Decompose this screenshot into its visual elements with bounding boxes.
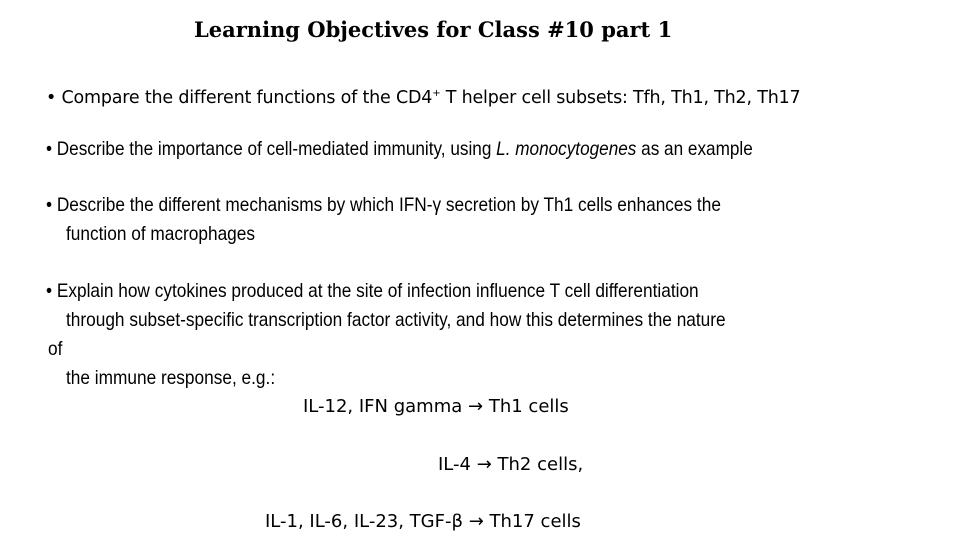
- arrow-right-icon: →: [476, 454, 492, 475]
- bullet: •: [46, 88, 57, 108]
- objective-1-text-end: T helper cell subsets: Tfh, Th1, Th2, Th…: [440, 88, 801, 108]
- slide-title: Learning Objectives for Class #10 part 1: [194, 17, 673, 42]
- cytokines: IL-4: [438, 454, 471, 475]
- result: Th1 cells: [488, 396, 569, 417]
- objective-4-line-2: through subset-specific transcription fa…: [66, 309, 726, 331]
- objective-4-text: Explain how cytokines produced at the si…: [56, 280, 699, 302]
- example-th2: IL-4 → Th2 cells,: [438, 454, 583, 476]
- bullet: •: [46, 194, 53, 216]
- arrow-right-icon: →: [468, 511, 484, 532]
- cytokines: IL-1, IL-6, IL-23, TGF-β: [265, 511, 463, 532]
- bullet: •: [46, 280, 53, 302]
- example-th17: IL-1, IL-6, IL-23, TGF-β → Th17 cells: [265, 511, 581, 533]
- objective-2: • Describe the importance of cell-mediat…: [46, 138, 753, 160]
- objective-1-text: Compare the different functions of the C…: [61, 88, 433, 108]
- objective-4-line-4: the immune response, e.g.:: [66, 367, 276, 389]
- objective-3-line-1: • Describe the different mechanisms by w…: [46, 194, 721, 216]
- objective-1: • Compare the different functions of the…: [46, 83, 801, 109]
- objective-2-text: Describe the importance of cell-mediated…: [56, 138, 497, 160]
- result: Th2 cells,: [497, 454, 584, 475]
- objective-3-text: Describe the different mechanisms by whi…: [56, 194, 721, 216]
- arrow-right-icon: →: [468, 396, 484, 417]
- objective-2-text-end: as an example: [636, 138, 753, 160]
- objective-3-line-2: function of macrophages: [66, 223, 256, 245]
- objective-4-line-1: • Explain how cytokines produced at the …: [46, 280, 699, 302]
- bullet: •: [46, 138, 53, 160]
- objective-4-line-3: of: [48, 338, 63, 360]
- organism-name: L. monocytogenes: [496, 138, 637, 160]
- cytokines: IL-12, IFN gamma: [303, 396, 463, 417]
- example-th1: IL-12, IFN gamma → Th1 cells: [303, 396, 569, 418]
- result: Th17 cells: [489, 511, 581, 532]
